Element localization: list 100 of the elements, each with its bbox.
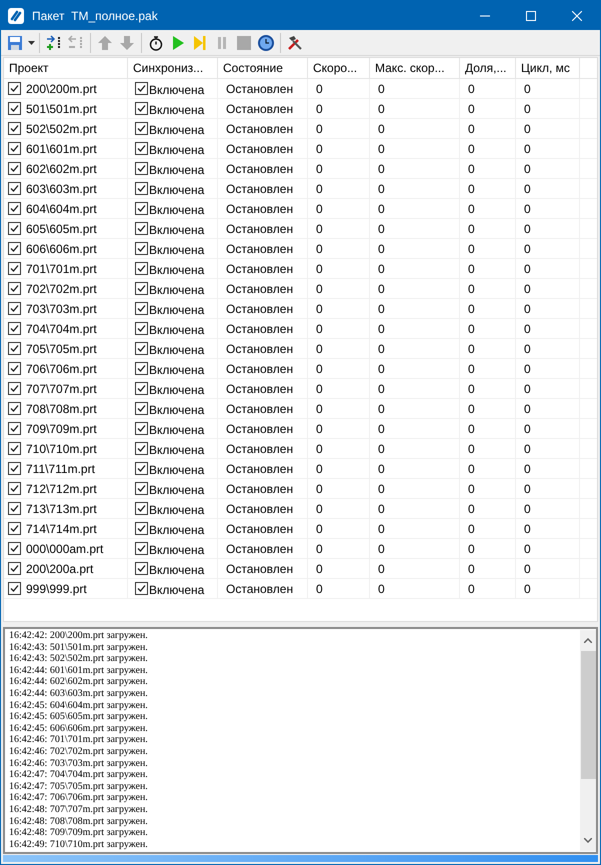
- checkbox[interactable]: [135, 542, 148, 555]
- checkbox[interactable]: [8, 102, 21, 115]
- column-header[interactable]: Доля,...: [460, 58, 516, 78]
- table-cell-text: 0: [524, 140, 531, 158]
- checkbox[interactable]: [135, 382, 148, 395]
- table-cell-text: 0: [316, 160, 323, 178]
- log-line: 16:42:46: 703\703m.prt загружен.: [9, 758, 148, 770]
- checkbox[interactable]: [135, 302, 148, 315]
- checkbox[interactable]: [135, 182, 148, 195]
- checkbox[interactable]: [135, 322, 148, 335]
- column-header[interactable]: Состояние: [218, 58, 308, 78]
- checkbox[interactable]: [135, 582, 148, 595]
- table-cell-text: 0: [524, 500, 531, 518]
- table-cell-text: Остановлен: [226, 120, 294, 138]
- table-cell-text: Остановлен: [226, 540, 294, 558]
- checkbox[interactable]: [135, 122, 148, 135]
- checkbox[interactable]: [135, 422, 148, 435]
- checkbox[interactable]: [8, 542, 21, 555]
- checkbox[interactable]: [135, 362, 148, 375]
- checkbox[interactable]: [8, 582, 21, 595]
- log-line: 16:42:42: 200\200m.prt загружен.: [9, 630, 148, 642]
- checkbox[interactable]: [8, 462, 21, 475]
- checkbox[interactable]: [135, 262, 148, 275]
- column-header[interactable]: Проект: [4, 58, 128, 78]
- table-cell-text: Остановлен: [226, 180, 294, 198]
- checkbox[interactable]: [8, 182, 21, 195]
- checkbox[interactable]: [135, 482, 148, 495]
- table-cell-text: 0: [468, 480, 475, 498]
- checkbox[interactable]: [8, 442, 21, 455]
- table-cell-text: 200\200m.prt: [26, 80, 97, 98]
- checkbox[interactable]: [8, 322, 21, 335]
- table-cell-text: Включена: [149, 422, 204, 439]
- checkbox[interactable]: [135, 562, 148, 575]
- checkbox[interactable]: [8, 82, 21, 95]
- table-cell-text: 0: [468, 540, 475, 558]
- checkbox[interactable]: [135, 222, 148, 235]
- table-cell-text: 602\602m.prt: [26, 160, 97, 178]
- checkbox[interactable]: [135, 142, 148, 155]
- table-cell-text: 0: [468, 380, 475, 398]
- checkbox[interactable]: [8, 142, 21, 155]
- table-cell-text: 0: [378, 180, 385, 198]
- checkbox[interactable]: [8, 262, 21, 275]
- checkbox[interactable]: [8, 282, 21, 295]
- scroll-up-icon[interactable]: [584, 638, 592, 643]
- table-cell-text: 0: [524, 420, 531, 438]
- table-cell-text: 0: [524, 120, 531, 138]
- log-line: 16:42:44: 602\602m.prt загружен.: [9, 676, 148, 688]
- checkbox[interactable]: [135, 162, 148, 175]
- checkbox[interactable]: [135, 442, 148, 455]
- table-cell-text: 0: [316, 400, 323, 418]
- checkbox[interactable]: [8, 302, 21, 315]
- checkbox[interactable]: [135, 82, 148, 95]
- table-cell-text: 0: [524, 320, 531, 338]
- checkbox[interactable]: [8, 362, 21, 375]
- table-cell-text: 200\200a.prt: [26, 560, 94, 578]
- checkbox[interactable]: [135, 402, 148, 415]
- table-cell-text: 0: [316, 560, 323, 578]
- log-line: 16:42:43: 502\502m.prt загружен.: [9, 653, 148, 665]
- scroll-down-icon[interactable]: [584, 838, 592, 843]
- table-cell-text: Включена: [149, 542, 204, 559]
- checkbox[interactable]: [8, 502, 21, 515]
- checkbox[interactable]: [135, 522, 148, 535]
- checkbox[interactable]: [8, 222, 21, 235]
- column-header[interactable]: Макс. скор...: [370, 58, 460, 78]
- column-header[interactable]: Синхрониз...: [128, 58, 218, 78]
- checkbox[interactable]: [8, 122, 21, 135]
- checkbox[interactable]: [8, 522, 21, 535]
- checkbox[interactable]: [8, 402, 21, 415]
- table-cell-text: 0: [378, 220, 385, 238]
- checkbox[interactable]: [8, 422, 21, 435]
- checkbox[interactable]: [8, 242, 21, 255]
- table-cell-text: 0: [378, 460, 385, 478]
- checkbox[interactable]: [135, 342, 148, 355]
- checkbox[interactable]: [8, 342, 21, 355]
- table-cell-text: Остановлен: [226, 260, 294, 278]
- scrollbar[interactable]: [580, 630, 596, 851]
- table-cell-text: 0: [524, 180, 531, 198]
- table-cell-text: Остановлен: [226, 280, 294, 298]
- log-line: 16:42:48: 709\709m.prt загружен.: [9, 827, 148, 839]
- column-header[interactable]: Скоро...: [308, 58, 370, 78]
- checkbox[interactable]: [8, 382, 21, 395]
- column-header[interactable]: Цикл, мс: [516, 58, 580, 78]
- checkbox[interactable]: [135, 102, 148, 115]
- table-cell-text: 0: [316, 180, 323, 198]
- checkbox[interactable]: [135, 502, 148, 515]
- checkbox[interactable]: [8, 562, 21, 575]
- checkbox[interactable]: [8, 202, 21, 215]
- checkbox[interactable]: [135, 202, 148, 215]
- checkbox[interactable]: [135, 462, 148, 475]
- checkbox[interactable]: [135, 242, 148, 255]
- table-cell-text: Остановлен: [226, 480, 294, 498]
- checkbox[interactable]: [8, 162, 21, 175]
- table-cell-text: Включена: [149, 462, 204, 479]
- table-cell-text: Включена: [149, 522, 204, 539]
- table-cell-text: 0: [524, 400, 531, 418]
- checkbox[interactable]: [8, 482, 21, 495]
- log-line: 16:42:48: 707\707m.prt загружен.: [9, 804, 148, 816]
- table-cell-text: Включена: [149, 322, 204, 339]
- table-cell-text: 0: [468, 160, 475, 178]
- checkbox[interactable]: [135, 282, 148, 295]
